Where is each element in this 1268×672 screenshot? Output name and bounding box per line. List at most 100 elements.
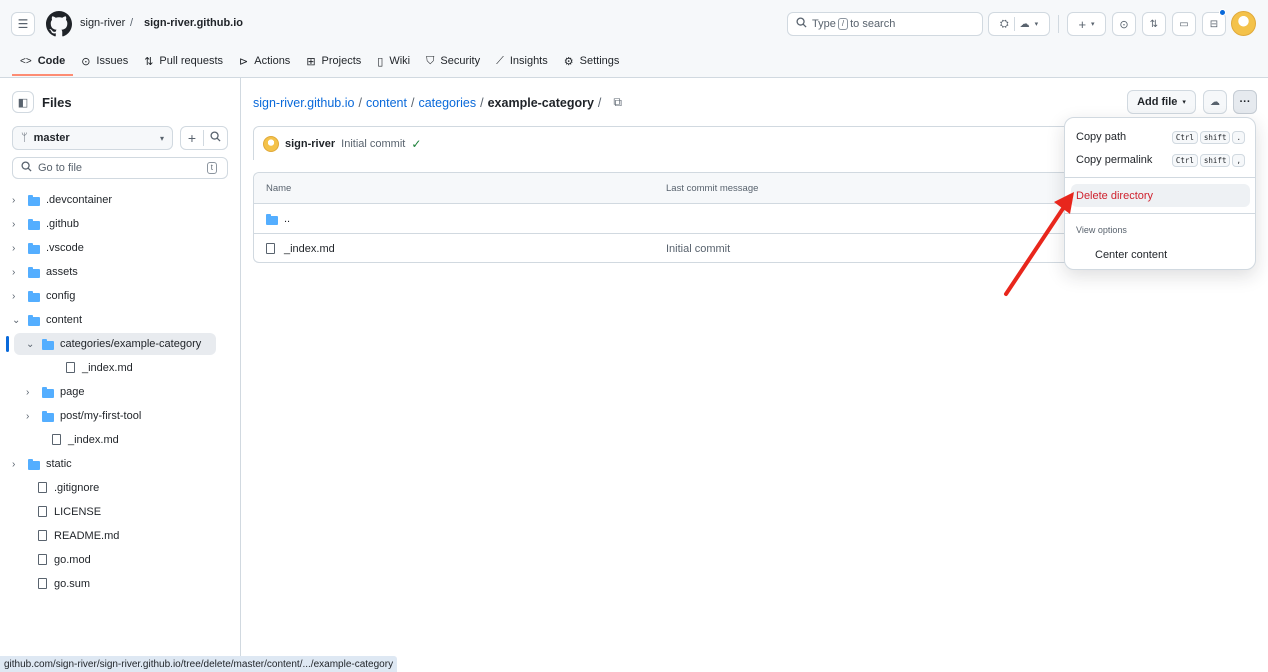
tab-label: Pull requests	[159, 55, 224, 67]
github-logo-icon[interactable]	[46, 11, 72, 37]
tree-folder-item[interactable]: › .github	[0, 212, 241, 236]
file-icon	[38, 578, 47, 589]
breadcrumb-categories-link[interactable]: categories	[418, 96, 476, 110]
menu-item-copy-path[interactable]: Copy path Ctrl shift.	[1065, 128, 1255, 146]
user-avatar[interactable]	[1231, 11, 1256, 36]
tab-wiki[interactable]: ▯ Wiki	[369, 48, 418, 74]
add-file-button[interactable]: Add file ▾	[1127, 90, 1196, 114]
tab-label: Actions	[254, 55, 291, 67]
tab-label: Wiki	[389, 55, 411, 67]
menu-item-copy-permalink[interactable]: Copy permalink Ctrl shift,	[1065, 151, 1255, 169]
breadcrumb-separator: /	[597, 95, 602, 110]
chevron-right-icon[interactable]: ›	[12, 291, 15, 302]
tab-actions[interactable]: ⊳ Actions	[231, 48, 298, 74]
tree-item-label: .gitignore	[54, 482, 100, 494]
branch-name: master	[33, 132, 70, 144]
table-row-parent[interactable]: ..	[254, 203, 1073, 233]
repo-name-link[interactable]: sign-river.github.io	[144, 17, 243, 29]
tree-folder-item[interactable]: › config	[0, 284, 241, 308]
chevron-right-icon[interactable]: ›	[12, 195, 15, 206]
issues-button[interactable]: ⊙	[1112, 12, 1136, 36]
tree-item-label: .vscode	[46, 242, 84, 254]
branch-selector[interactable]: ᛘ master ▾	[12, 126, 173, 150]
more-options-button[interactable]: ···	[1233, 90, 1257, 114]
repositories-button[interactable]: ▭	[1172, 12, 1196, 36]
pull-requests-button[interactable]: ⇅	[1142, 12, 1166, 36]
tree-file-item[interactable]: LICENSE	[0, 500, 241, 524]
tree-folder-item[interactable]: › post/my-first-tool	[0, 404, 241, 428]
tab-label: Settings	[579, 55, 620, 67]
tree-folder-item[interactable]: ⌄ categories/example-category	[0, 332, 241, 356]
caret-down-icon: ▾	[159, 133, 164, 143]
commit-author[interactable]: sign-river	[285, 138, 335, 150]
table-row[interactable]: _index.md Initial commit	[254, 233, 1073, 263]
file-name-link[interactable]: ..	[284, 213, 290, 225]
tree-folder-item[interactable]: › .devcontainer	[0, 188, 241, 212]
chevron-right-icon[interactable]: ›	[12, 243, 15, 254]
create-new-button[interactable]: + ▾	[1067, 12, 1106, 36]
menu-item-center-content[interactable]: Center content	[1065, 246, 1255, 264]
play-icon: ⊳	[239, 55, 249, 68]
shortcut-key: Ctrl	[1171, 153, 1198, 167]
tree-file-item[interactable]: README.md	[0, 524, 241, 548]
chevron-right-icon[interactable]: ›	[26, 411, 29, 422]
repo-owner-link[interactable]: sign-river	[80, 17, 125, 29]
tree-folder-item[interactable]: ⌄ content	[0, 308, 241, 332]
copilot-button[interactable]: ⛭ ☁ ▾	[988, 12, 1050, 36]
shortcut-key: .	[1232, 130, 1245, 144]
chevron-down-icon[interactable]: ⌄	[12, 315, 20, 326]
tree-item-label: categories/example-category	[60, 338, 202, 350]
tree-item-label: post/my-first-tool	[60, 410, 142, 422]
tree-folder-item[interactable]: › page	[0, 380, 241, 404]
table-header: Name Last commit message	[254, 173, 1073, 203]
menu-item-delete-directory[interactable]: Delete directory	[1071, 184, 1250, 207]
caret-down-icon: ▾	[1182, 99, 1186, 106]
tab-label: Projects	[321, 55, 362, 67]
file-name-link[interactable]: _index.md	[284, 243, 335, 255]
tree-file-item[interactable]: _index.md	[0, 356, 241, 380]
tree-item-label: assets	[46, 266, 78, 278]
go-to-file-input[interactable]: Go to file t	[12, 157, 228, 179]
tab-security[interactable]: ⛉ Security	[418, 48, 488, 74]
tree-folder-item[interactable]: › assets	[0, 260, 241, 284]
tree-file-item[interactable]: go.mod	[0, 548, 241, 572]
collapse-sidebar-button[interactable]: ◧	[12, 91, 34, 113]
menu-divider	[1065, 213, 1255, 214]
tab-issues[interactable]: ⊙ Issues	[73, 48, 136, 74]
tab-code[interactable]: <> Code	[12, 48, 74, 76]
menu-button[interactable]: ☰	[11, 12, 35, 36]
tree-folder-item[interactable]: › .vscode	[0, 236, 241, 260]
tab-projects[interactable]: ⊞ Projects	[298, 48, 369, 74]
tree-file-item[interactable]: _index.md	[0, 428, 241, 452]
tree-item-label: _index.md	[68, 434, 119, 446]
copy-path-icon[interactable]: ⧉	[613, 95, 622, 110]
chevron-down-icon[interactable]: ⌄	[26, 339, 34, 350]
folder-icon	[42, 387, 54, 398]
breadcrumb-content-link[interactable]: content	[366, 96, 407, 110]
chevron-right-icon[interactable]: ›	[12, 267, 15, 278]
tree-file-item[interactable]: .gitignore	[0, 476, 241, 500]
search-icon[interactable]	[204, 131, 227, 145]
chevron-right-icon[interactable]: ›	[12, 459, 15, 470]
tab-settings[interactable]: ⚙ Settings	[556, 48, 628, 74]
gear-icon: ⚙	[563, 55, 574, 68]
folder-icon	[28, 459, 40, 470]
chevron-right-icon[interactable]: ›	[12, 219, 15, 230]
chevron-right-icon[interactable]: ›	[26, 387, 29, 398]
folder-icon	[28, 315, 40, 326]
book-icon: ▯	[377, 55, 384, 68]
file-commit-message[interactable]: Initial commit	[666, 243, 730, 255]
author-avatar[interactable]	[263, 135, 279, 152]
annotation-arrow-icon	[1004, 192, 1074, 296]
add-file-icon[interactable]: +	[181, 130, 205, 146]
tab-insights[interactable]: ⟋ Insights	[488, 48, 556, 74]
tree-folder-item[interactable]: › static	[0, 452, 241, 476]
tab-pull-requests[interactable]: ⇅ Pull requests	[136, 48, 231, 74]
tree-item-label: go.sum	[54, 578, 91, 590]
codespaces-button[interactable]: ☁	[1203, 90, 1227, 114]
commit-message[interactable]: Initial commit	[341, 138, 405, 150]
tree-file-item[interactable]: go.sum	[0, 572, 241, 596]
breadcrumb-repo-link[interactable]: sign-river.github.io	[253, 96, 354, 110]
search-input[interactable]: Type / to search	[787, 12, 983, 36]
menu-item-label: Copy permalink	[1076, 154, 1153, 166]
